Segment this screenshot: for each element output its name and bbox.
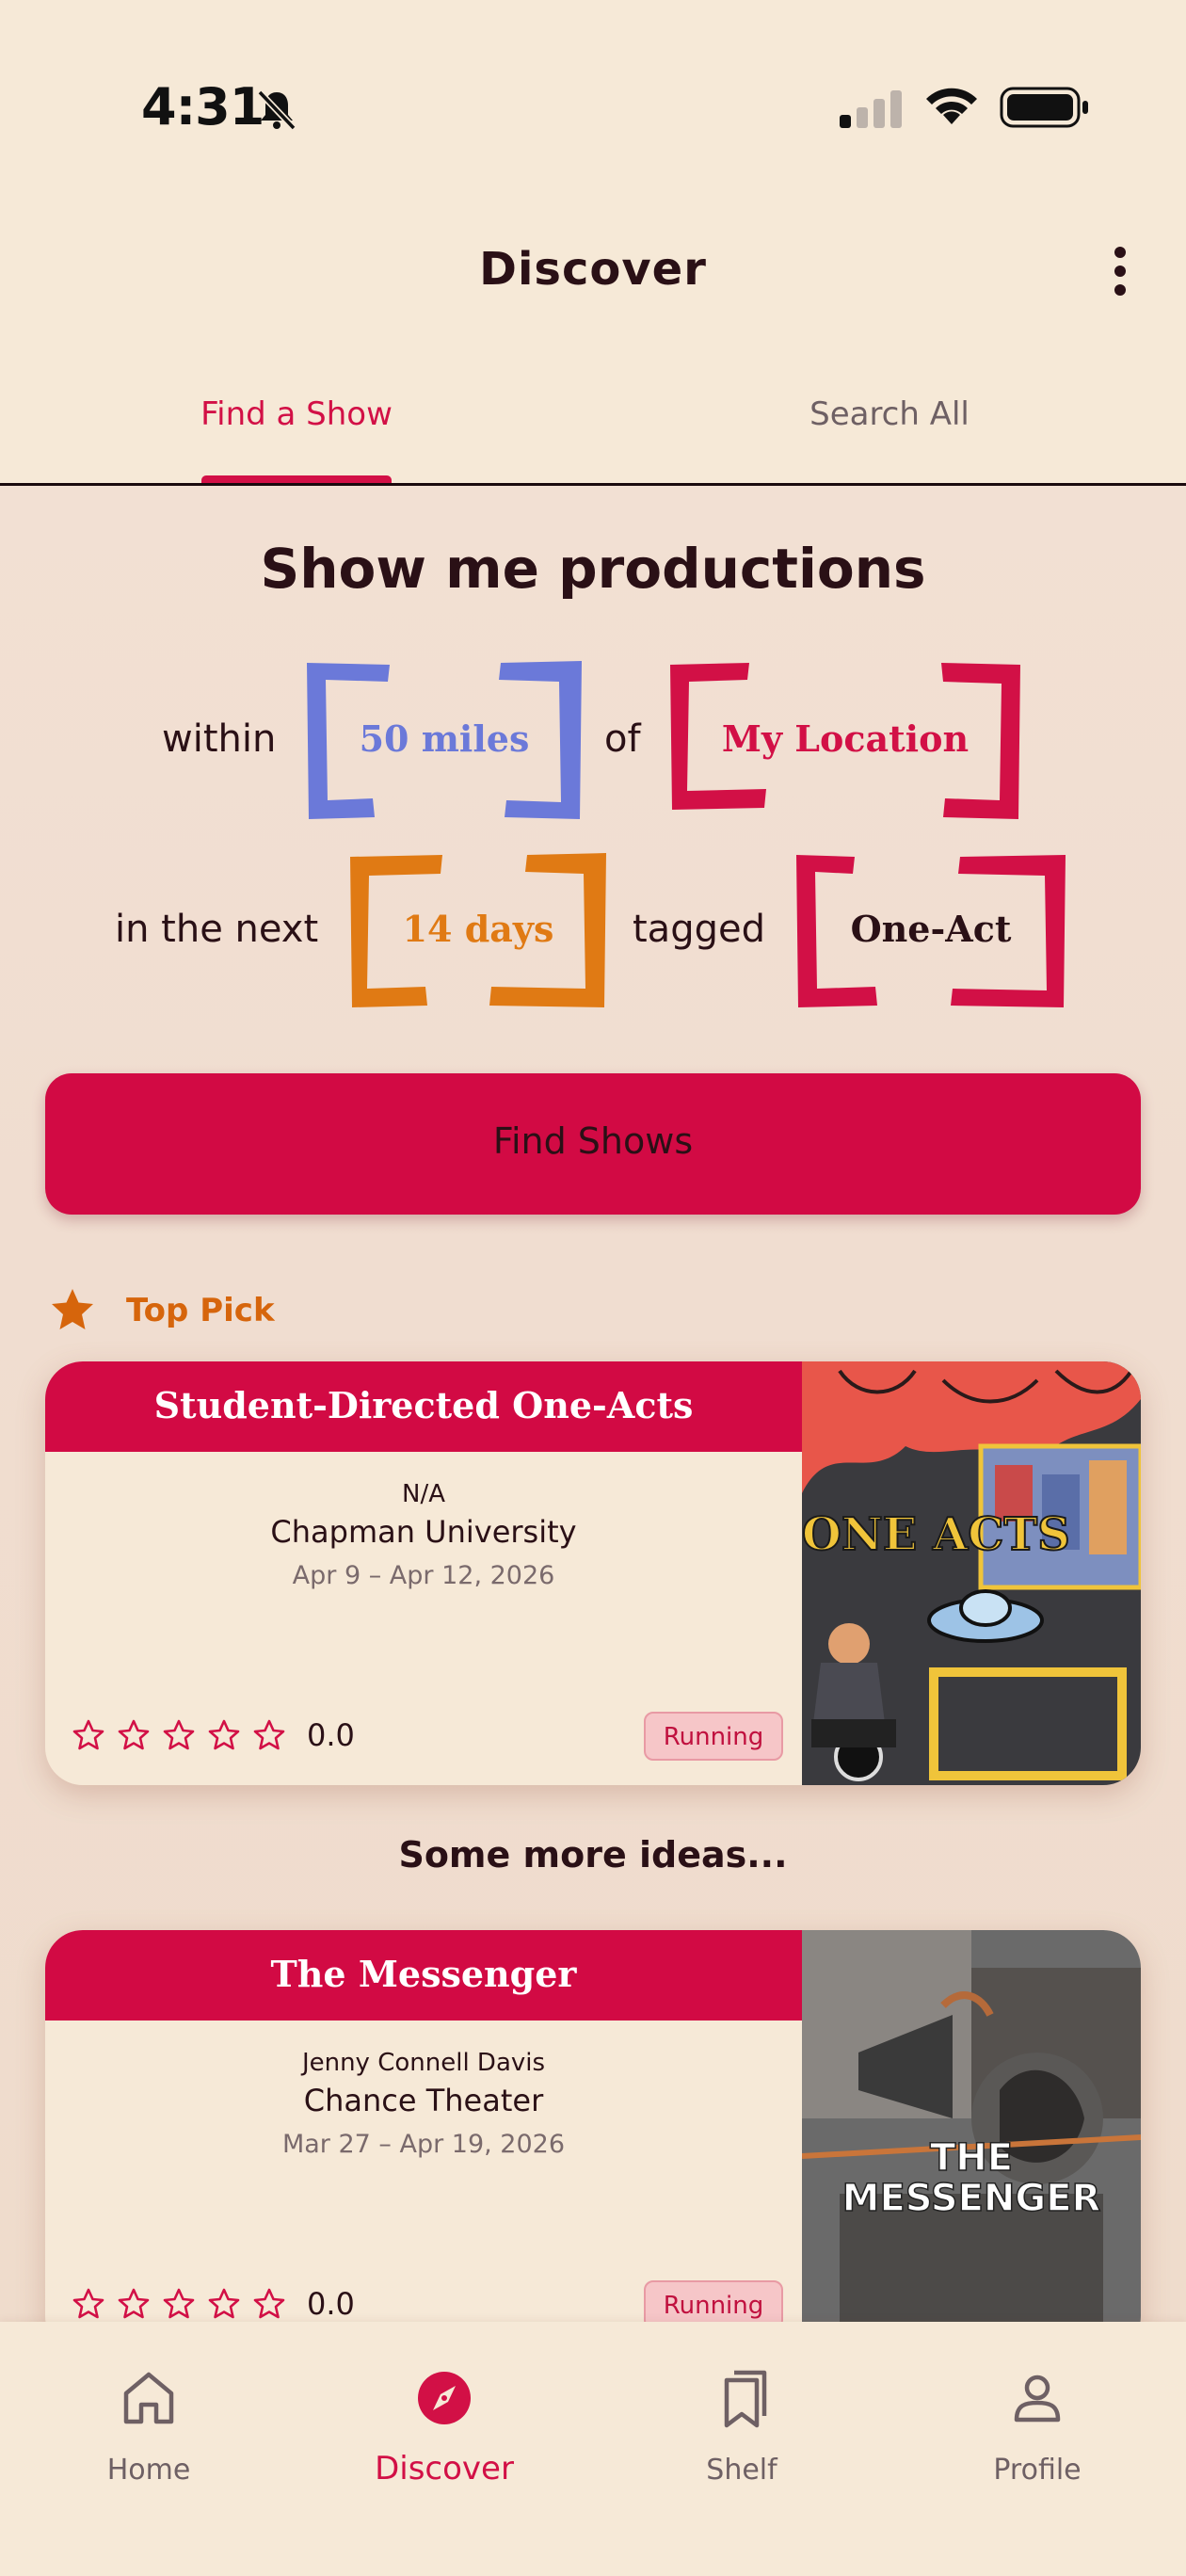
card-venue: Chapman University [270,1514,577,1550]
card-dates: Mar 27 – Apr 19, 2026 [281,2130,566,2159]
more-ideas-heading: Some more ideas... [398,1834,788,1876]
status-badge-label: Running [663,1723,764,1751]
rating-stars-icon [72,2288,285,2319]
card-title: Student-Directed One-Acts [153,1384,694,1426]
days-value: 14 days [402,908,554,950]
home-icon [123,2372,174,2424]
rating-value: 0.0 [307,2286,355,2322]
battery-icon [1000,87,1088,128]
rating-value: 0.0 [307,1717,355,1753]
card-title: The Messenger [270,1953,577,1995]
wifi-icon [926,88,977,124]
page-title: Discover [479,243,707,296]
tagged-word: tagged [633,908,765,951]
nav-shelf-label: Shelf [706,2454,777,2487]
show-poster-image: THE MESSENGER [802,1930,1141,2354]
cellular-signal-icon [840,90,902,128]
poster-text-1: THE [930,2136,1013,2180]
person-icon [1014,2375,1061,2423]
location-selector[interactable]: My Location [668,659,1022,821]
show-card[interactable]: The Messenger Jenny Connell Davis Chance… [45,1930,1141,2354]
tab-search-all[interactable]: Search All [697,395,1082,433]
card-author: N/A [402,1480,445,1508]
card-author: Jenny Connell Davis [301,2049,546,2077]
status-badge: Running [644,1712,783,1761]
poster-text-2: MESSENGER [842,2177,1101,2220]
of-word: of [604,717,641,761]
compass-icon [418,2372,471,2424]
find-shows-button[interactable]: Find Shows [45,1073,1141,1215]
rating-stars-icon [72,1719,285,1750]
show-card[interactable]: Student-Directed One-Acts N/A Chapman Un… [45,1361,1141,1785]
show-poster-image: ONE ACTS [802,1361,1141,1785]
bookmarks-icon [724,2370,767,2428]
find-shows-label: Find Shows [492,1120,694,1162]
bottom-navigation: Home Discover Shelf Profile [0,2322,1186,2576]
nav-home-label: Home [106,2454,191,2487]
distance-selector[interactable]: 50 miles [305,659,584,821]
tag-value: One-Act [850,908,1012,950]
more-options-icon[interactable] [1101,243,1139,299]
card-venue: Chance Theater [303,2083,544,2118]
in-the-next-word: in the next [115,908,319,951]
tag-selector[interactable]: One-Act [794,851,1067,1009]
top-pick-label: Top Pick [126,1292,275,1329]
status-time: 4:31 [141,77,264,137]
nav-discover-label: Discover [375,2450,514,2487]
card-dates: Apr 9 – Apr 12, 2026 [292,1561,555,1590]
distance-value: 50 miles [359,717,530,760]
days-selector[interactable]: 14 days [348,851,608,1009]
star-icon [52,1289,93,1329]
tab-find-a-show[interactable]: Find a Show [104,395,489,433]
within-word: within [162,717,277,761]
status-badge-label: Running [663,2292,764,2320]
location-value: My Location [721,717,970,760]
nav-profile-label: Profile [993,2454,1082,2487]
silent-bell-icon [257,89,296,131]
finder-title: Show me productions [260,537,926,601]
poster-text: ONE ACTS [802,1508,1070,1561]
